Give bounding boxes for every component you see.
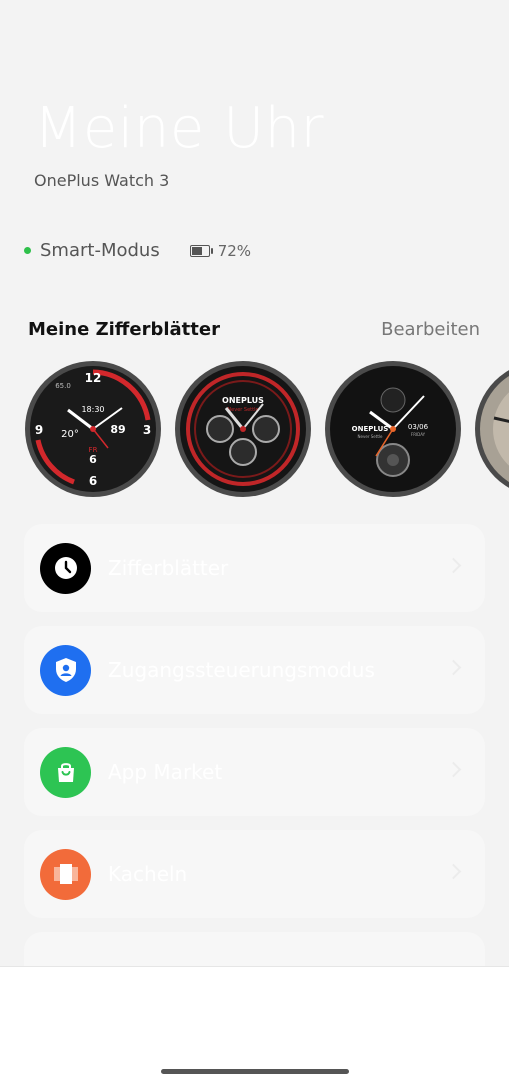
edit-button[interactable]: Bearbeiten bbox=[381, 319, 480, 340]
face1-temp: 20° bbox=[61, 429, 79, 440]
menu-list: Zifferblätter Zugangssteuerungsmodus App… bbox=[24, 524, 485, 986]
face1-date: 6 bbox=[89, 453, 97, 466]
section-title: Meine Zifferblätter bbox=[28, 319, 220, 340]
page-title: Meine Uhr bbox=[34, 96, 325, 161]
home-indicator[interactable] bbox=[161, 1069, 349, 1074]
face3-weekday: FRIDAY bbox=[411, 432, 426, 437]
face1-numeral-6: 6 bbox=[89, 474, 97, 488]
watchface-classic[interactable] bbox=[474, 360, 509, 498]
face1-time: 18:30 bbox=[81, 405, 104, 414]
status-row: Smart-Modus 72% bbox=[24, 240, 251, 261]
connection-dot-icon bbox=[24, 247, 31, 254]
face3-brand: ONEPLUS bbox=[352, 425, 389, 433]
menu-item-label: App Market bbox=[108, 760, 223, 784]
watchface-carousel[interactable]: 12 3 6 9 65.0 18:30 20° 89 FR 6 ONEPLUS … bbox=[24, 360, 509, 500]
face2-subbrand: Never Settle bbox=[227, 407, 258, 413]
shield-user-icon bbox=[40, 644, 91, 696]
device-name: OnePlus Watch 3 bbox=[34, 171, 170, 190]
face1-steps: 65.0 bbox=[55, 382, 71, 390]
face1-numeral-12: 12 bbox=[85, 371, 102, 385]
menu-item-app-market[interactable]: App Market bbox=[24, 728, 485, 816]
watchface-tourbillon[interactable]: ONEPLUS Never Settle 03/06 FRIDAY bbox=[324, 360, 462, 498]
chevron-right-icon bbox=[445, 761, 462, 778]
face1-numeral-9: 9 bbox=[35, 423, 43, 437]
menu-item-zifferblaetter[interactable]: Zifferblätter bbox=[24, 524, 485, 612]
menu-item-label: Kacheln bbox=[108, 862, 188, 886]
chevron-right-icon bbox=[445, 659, 462, 676]
mode-label: Smart-Modus bbox=[40, 240, 160, 261]
battery-percent: 72% bbox=[217, 241, 252, 260]
face2-brand: ONEPLUS bbox=[222, 396, 264, 405]
battery-icon bbox=[189, 244, 213, 257]
face3-subbrand: Never Settle bbox=[358, 434, 383, 439]
menu-item-kacheln[interactable]: Kacheln bbox=[24, 830, 485, 918]
chevron-right-icon bbox=[445, 557, 462, 574]
clock-icon bbox=[40, 542, 91, 594]
bottom-area bbox=[0, 966, 509, 1081]
tiles-icon bbox=[40, 848, 91, 900]
menu-item-zugangssteuerung[interactable]: Zugangssteuerungsmodus bbox=[24, 626, 485, 714]
face3-date: 03/06 bbox=[408, 423, 429, 431]
face1-heart: 89 bbox=[110, 423, 125, 436]
chevron-right-icon bbox=[445, 863, 462, 880]
watchface-sport[interactable]: 12 3 6 9 65.0 18:30 20° 89 FR 6 bbox=[24, 360, 162, 498]
face1-numeral-3: 3 bbox=[143, 423, 151, 437]
watchface-chronograph[interactable]: ONEPLUS Never Settle bbox=[174, 360, 312, 498]
shopping-bag-icon bbox=[40, 746, 91, 798]
menu-item-label: Zifferblätter bbox=[108, 556, 229, 580]
menu-item-label: Zugangssteuerungsmodus bbox=[108, 658, 375, 682]
